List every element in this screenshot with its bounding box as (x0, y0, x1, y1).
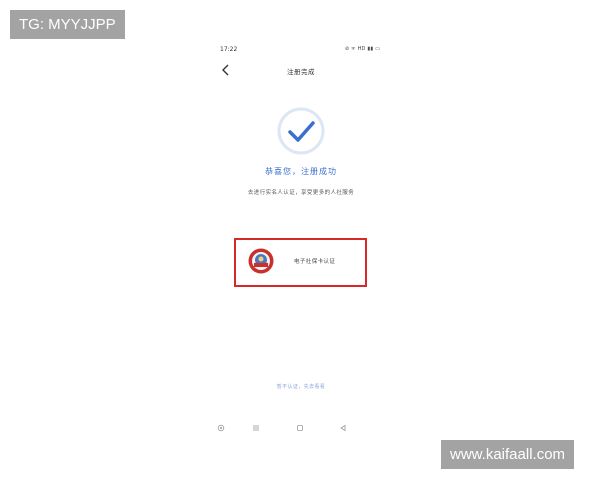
nav-home-button[interactable] (294, 422, 306, 434)
social-card-auth-button[interactable]: 电子社保卡认证 (234, 238, 367, 287)
back-triangle-icon (340, 424, 346, 432)
nav-back-button[interactable] (337, 422, 349, 434)
home-icon (297, 425, 303, 431)
watermark-bottom: www.kaifaall.com (441, 440, 575, 469)
social-card-auth-label: 电子社保卡认证 (294, 259, 336, 265)
menu-icon (253, 425, 259, 431)
status-icons: ⊘ ᯤ HD ▮▮ ▭ (344, 46, 380, 52)
watermark-top: TG: MYYJJPP (10, 10, 125, 39)
page-title: 注册完成 (287, 68, 315, 76)
success-check-icon (276, 106, 326, 156)
skip-auth-link[interactable]: 暂不认证，先去看看 (208, 383, 394, 390)
success-message: 恭喜您，注册成功 (265, 167, 337, 176)
nav-menu-button[interactable] (250, 422, 262, 434)
status-time: 17:22 (220, 46, 238, 53)
phone-screen: 17:22 ⊘ ᯤ HD ▮▮ ▭ 注册完成 恭喜您，注册成功 去进行实名人认证… (208, 38, 394, 442)
social-security-emblem-icon (248, 248, 274, 274)
nav-settings-button[interactable] (215, 422, 227, 434)
settings-icon (217, 424, 225, 432)
success-subtitle: 去进行实名人认证，享受更多的人社服务 (247, 190, 355, 196)
